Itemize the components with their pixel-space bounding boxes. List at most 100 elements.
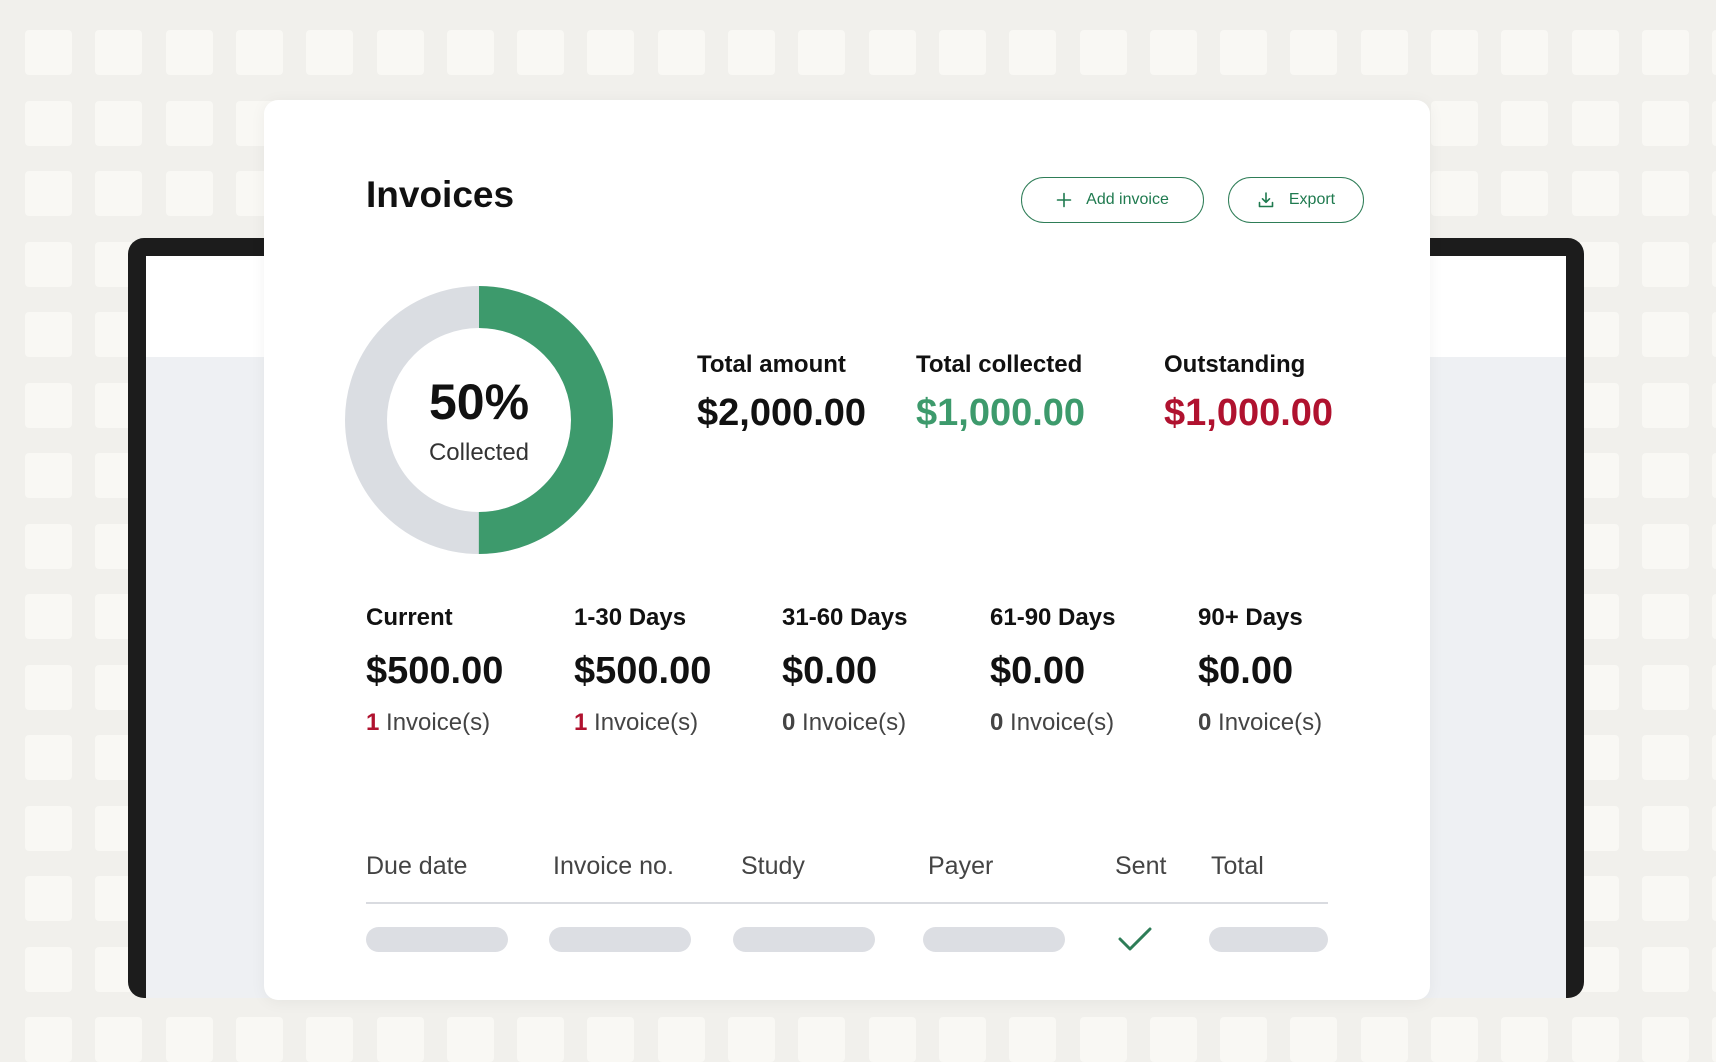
aging-bucket-count: 1 Invoice(s) bbox=[366, 709, 566, 737]
background-tile bbox=[1712, 946, 1716, 992]
background-tile bbox=[1571, 100, 1619, 146]
background-tile bbox=[25, 1017, 72, 1062]
background-tile bbox=[657, 1017, 705, 1062]
column-header-total[interactable]: Total bbox=[1211, 852, 1264, 881]
background-tile bbox=[1431, 30, 1478, 75]
export-button[interactable]: Export bbox=[1228, 177, 1364, 223]
aging-bucket-90-plus-days: 90+ Days $0.00 0 Invoice(s) bbox=[1198, 604, 1398, 737]
table-header-divider bbox=[366, 902, 1328, 904]
background-tile bbox=[25, 453, 72, 498]
background-tile bbox=[165, 30, 213, 75]
placeholder-cell-invoice-no bbox=[549, 927, 691, 952]
aging-bucket-label: 1-30 Days bbox=[574, 604, 687, 631]
background-tile bbox=[25, 382, 72, 428]
aging-bucket-label: 31-60 Days bbox=[782, 604, 908, 631]
aging-bucket-amount: $500.00 bbox=[366, 650, 504, 692]
background-tile bbox=[728, 1017, 775, 1062]
background-tile bbox=[1431, 100, 1478, 146]
column-header-study[interactable]: Study bbox=[741, 852, 805, 881]
column-header-payer[interactable]: Payer bbox=[928, 852, 993, 881]
background-tile bbox=[1712, 453, 1716, 498]
aging-bucket-current: Current $500.00 1 Invoice(s) bbox=[366, 604, 566, 737]
background-tile bbox=[1641, 1017, 1689, 1062]
invoice-count-suffix: Invoice(s) bbox=[1211, 709, 1323, 736]
outstanding-label: Outstanding bbox=[1164, 351, 1306, 378]
total-amount-label: Total amount bbox=[697, 351, 846, 378]
background-tile bbox=[25, 312, 72, 357]
total-collected-label: Total collected bbox=[916, 351, 1083, 378]
background-tile bbox=[25, 523, 72, 569]
background-tile bbox=[1290, 1017, 1338, 1062]
background-tile bbox=[1641, 594, 1689, 639]
invoice-count: 1 bbox=[366, 709, 380, 736]
download-icon bbox=[1257, 191, 1275, 209]
background-tile bbox=[1712, 312, 1716, 357]
background-tile bbox=[1360, 30, 1408, 75]
aging-bucket-amount: $0.00 bbox=[782, 650, 878, 692]
background-tile bbox=[1290, 30, 1338, 75]
background-tile bbox=[1641, 171, 1689, 216]
background-tile bbox=[728, 30, 775, 75]
background-tile bbox=[446, 30, 494, 75]
background-tile bbox=[376, 1017, 424, 1062]
background-tile bbox=[1712, 241, 1716, 287]
background-tile bbox=[235, 30, 283, 75]
background-tile bbox=[95, 1017, 143, 1062]
background-tile bbox=[587, 1017, 635, 1062]
invoice-count-suffix: Invoice(s) bbox=[587, 709, 699, 736]
background-tile bbox=[1712, 1017, 1716, 1062]
column-header-invoice-no[interactable]: Invoice no. bbox=[553, 852, 674, 881]
column-header-sent[interactable]: Sent bbox=[1115, 852, 1166, 881]
invoice-count-suffix: Invoice(s) bbox=[795, 709, 907, 736]
background-tile bbox=[587, 30, 635, 75]
placeholder-cell-due-date bbox=[366, 927, 508, 952]
background-tile bbox=[1641, 453, 1689, 498]
background-tile bbox=[235, 1017, 283, 1062]
background-tile bbox=[798, 1017, 846, 1062]
background-tile bbox=[165, 100, 213, 146]
background-tile bbox=[1501, 30, 1549, 75]
background-tile bbox=[1149, 1017, 1197, 1062]
aging-bucket-label: 61-90 Days bbox=[990, 604, 1116, 631]
add-invoice-button[interactable]: Add invoice bbox=[1021, 177, 1204, 223]
background-tile bbox=[25, 946, 72, 992]
background-tile bbox=[25, 30, 72, 75]
background-tile bbox=[25, 876, 72, 921]
background-tile bbox=[1501, 1017, 1549, 1062]
background-tile bbox=[1571, 1017, 1619, 1062]
background-tile bbox=[25, 594, 72, 639]
background-tile bbox=[1149, 30, 1197, 75]
background-tile bbox=[25, 805, 72, 851]
background-tile bbox=[1712, 805, 1716, 851]
invoice-count: 0 bbox=[1198, 709, 1212, 736]
add-invoice-label: Add invoice bbox=[1086, 191, 1169, 208]
outstanding-value: $1,000.00 bbox=[1164, 392, 1334, 434]
background-tile bbox=[1501, 171, 1549, 216]
background-tile bbox=[1571, 171, 1619, 216]
placeholder-cell-total bbox=[1209, 927, 1328, 952]
background-tile bbox=[1712, 735, 1716, 780]
background-tile bbox=[95, 30, 143, 75]
background-tile bbox=[1220, 30, 1268, 75]
background-tile bbox=[868, 30, 916, 75]
background-tile bbox=[1712, 876, 1716, 921]
background-tile bbox=[1712, 171, 1716, 216]
column-header-due-date[interactable]: Due date bbox=[366, 852, 467, 881]
aging-bucket-31-60-days: 31-60 Days $0.00 0 Invoice(s) bbox=[782, 604, 982, 737]
background-tile bbox=[95, 171, 143, 216]
background-tile bbox=[517, 30, 565, 75]
collected-percent: 50% bbox=[428, 374, 530, 430]
invoice-count-suffix: Invoice(s) bbox=[1003, 709, 1115, 736]
background-tile bbox=[517, 1017, 565, 1062]
background-tile bbox=[1009, 30, 1057, 75]
background-tile bbox=[938, 30, 986, 75]
aging-bucket-label: Current bbox=[366, 604, 453, 631]
background-tile bbox=[25, 100, 72, 146]
total-collected-value: $1,000.00 bbox=[916, 392, 1086, 434]
background-tile bbox=[1641, 100, 1689, 146]
background-tile bbox=[1431, 1017, 1478, 1062]
aging-bucket-amount: $0.00 bbox=[990, 650, 1086, 692]
export-label: Export bbox=[1288, 191, 1336, 208]
background-tile bbox=[1641, 241, 1689, 287]
background-tile bbox=[376, 30, 424, 75]
